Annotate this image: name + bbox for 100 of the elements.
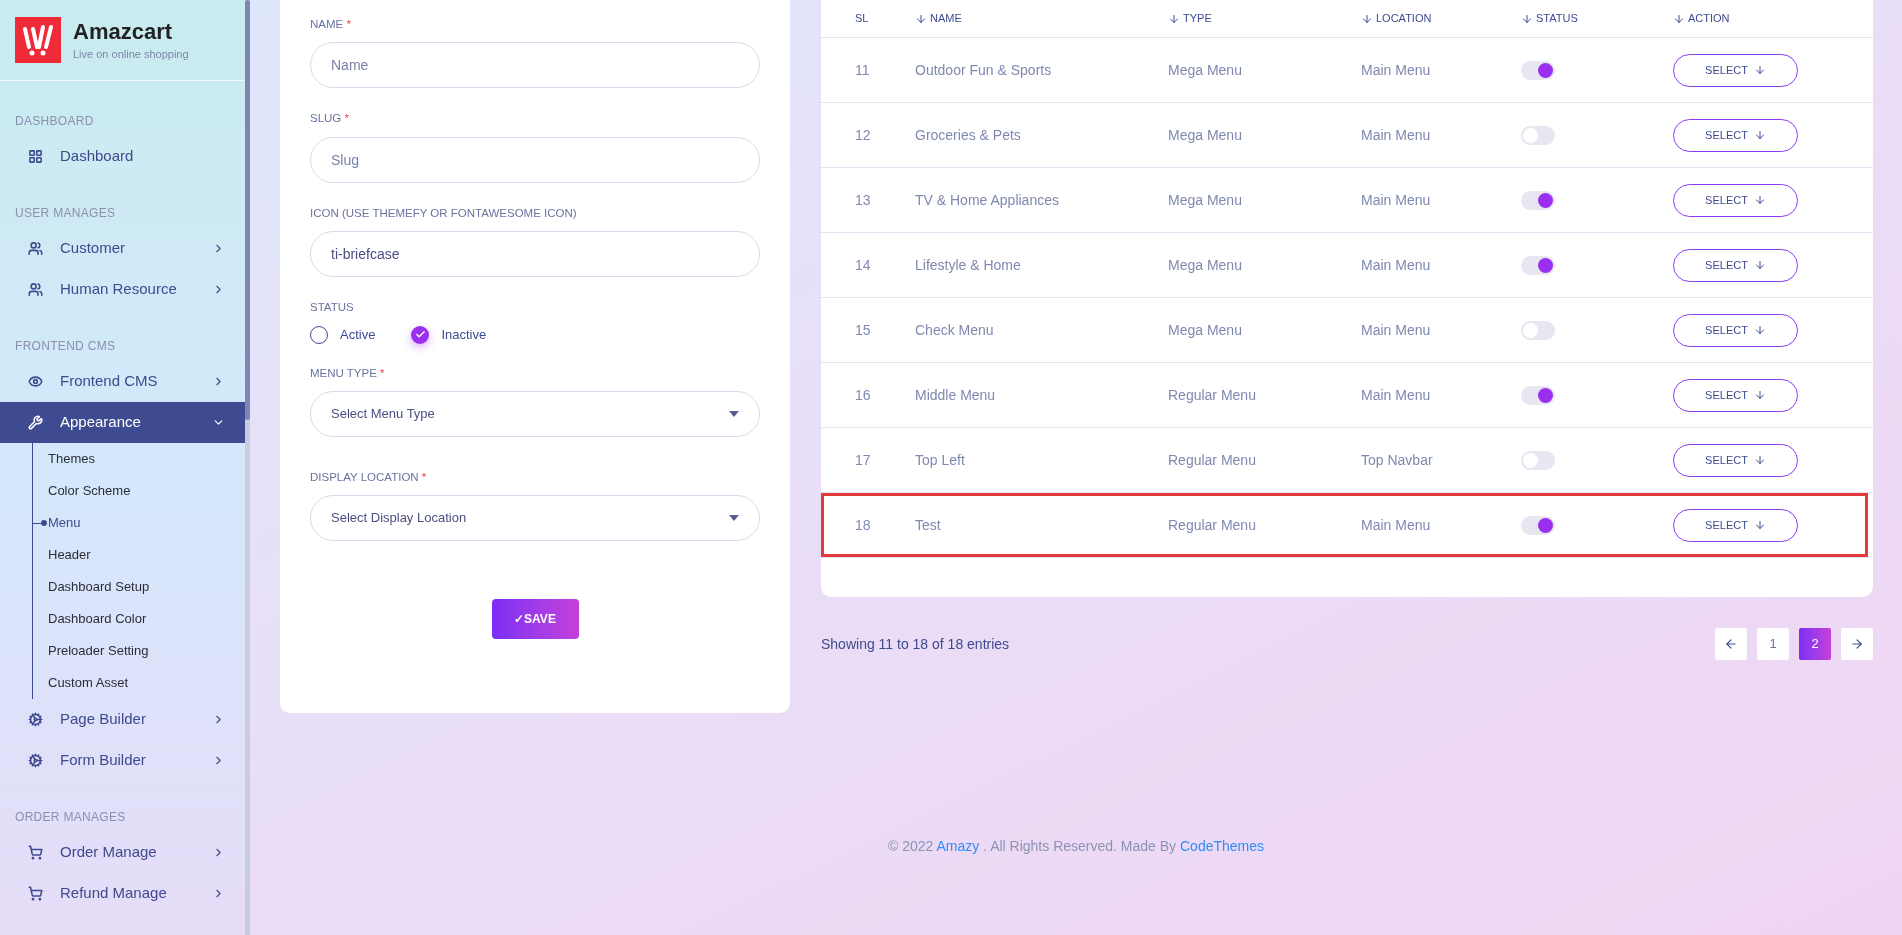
table-cell-text: Top Navbar [1361,450,1433,470]
table-cell-text: Middle Menu [915,385,996,405]
table-cell-text: 16 [855,385,871,405]
column-header[interactable]: ACTION [1673,10,1873,27]
gears-icon [28,753,43,768]
sidebar-item[interactable]: Page Builder [0,699,245,740]
save-button[interactable]: ✓SAVE [491,599,579,639]
status-toggle[interactable] [1521,255,1555,275]
radio-button[interactable] [411,325,430,344]
arrow-down-icon [1753,259,1766,271]
table-cell-text: Mega Menu [1168,255,1242,275]
arrow-down-icon [1753,324,1766,336]
field-label: NAME * [310,17,352,32]
table-cell-text: 18 [855,515,871,535]
status-toggle[interactable] [1521,450,1555,470]
arrow-down-icon [1753,129,1766,141]
footer-text: © 2022 Amazy . All Rights Reserved. Made By CodeThemes [887,837,1265,856]
submenu-item[interactable]: Color Scheme [48,481,131,501]
sidebar-item[interactable]: Order Manage [0,832,245,873]
sidebar-item[interactable]: Frontend CMS [0,361,245,402]
table-cell-text: Regular Menu [1168,385,1256,405]
table-cell-text: 14 [855,255,871,275]
table-cell-text: 11 [855,60,870,80]
status-toggle[interactable] [1521,60,1555,80]
column-header[interactable]: NAME [915,10,1168,27]
page-button[interactable]: 2 [1799,628,1831,660]
page-button[interactable]: 1 [1757,628,1789,660]
section-title: FRONTEND CMS [14,338,117,355]
dropdown-caret-icon [729,515,739,521]
table-cell-text: Main Menu [1361,255,1431,275]
sort-arrow-icon [1361,12,1373,25]
status-toggle[interactable] [1521,320,1555,340]
table-cell-text: Regular Menu [1168,450,1256,470]
sidebar-item[interactable]: Refund Manage [0,873,245,914]
status-toggle[interactable] [1521,190,1555,210]
cart-icon [28,845,43,860]
table-cell-text: Mega Menu [1168,125,1242,145]
input-field[interactable]: ti-briefcase [310,230,760,277]
status-toggle[interactable] [1521,385,1555,405]
section-title: USER MANAGES [14,205,117,222]
submenu-item[interactable]: Dashboard Setup [48,577,150,597]
arrow-down-icon [1753,519,1766,531]
sort-arrow-icon [1521,12,1533,25]
eye-icon [28,374,43,389]
table-cell-text: Main Menu [1361,385,1431,405]
table-cell-text: Main Menu [1361,60,1431,80]
submenu-item[interactable]: Header [48,545,91,565]
field-label: ICON (USE THEMEFY OR FONTAWESOME ICON) [310,205,578,221]
submenu-item[interactable]: Dashboard Color [48,609,147,629]
table-cell-text: TV & Home Appliances [915,190,1059,210]
table-cell-text: Mega Menu [1168,320,1242,340]
status-toggle[interactable] [1521,125,1555,145]
column-header[interactable]: LOCATION [1361,10,1521,27]
table-cell-text: Mega Menu [1168,190,1242,210]
table-cell-text: Top Left [915,450,965,470]
column-header[interactable]: TYPE [1168,10,1361,27]
table-cell-text: Mega Menu [1168,60,1242,80]
table-cell-text: Outdoor Fun & Sports [915,60,1052,80]
sort-arrow-icon [1673,12,1685,25]
sidebar-item[interactable]: Appearance [0,402,245,443]
dropdown-caret-icon [729,410,739,417]
table-cell-text: 12 [855,125,871,145]
table-cell-text: 15 [855,320,871,340]
table-cell-text: Main Menu [1361,190,1431,210]
field-label: MENU TYPE * [310,365,386,381]
input-field[interactable]: Name [310,42,760,89]
sidebar-item[interactable]: Customer [0,228,245,269]
table-cell-text: 17 [855,450,871,470]
scrollbar[interactable] [245,0,250,935]
cart-icon [28,886,43,901]
submenu-item[interactable]: Menu [48,513,81,533]
table-cell-text: Groceries & Pets [915,125,1021,145]
users-icon [28,241,43,256]
status-toggle[interactable] [1521,515,1555,535]
grid-icon [28,149,43,164]
gears-icon [28,712,43,727]
radio-label: Inactive [441,326,487,344]
field-label: STATUS [310,299,355,315]
arrow-down-icon [1753,64,1766,76]
sidebar-item[interactable]: Human Resource [0,269,245,310]
table-cell-text: Regular Menu [1168,515,1256,535]
sidebar-item[interactable]: Dashboard [0,136,245,177]
table-cell-text: Test [915,515,941,535]
arrow-down-icon [1753,194,1766,206]
radio-label: Active [340,326,376,344]
submenu-item[interactable]: Custom Asset [48,673,129,693]
section-title: ORDER MANAGES [14,809,127,826]
input-field[interactable]: Slug [310,136,760,183]
sidebar-item[interactable]: Form Builder [0,740,245,781]
column-header[interactable]: STATUS [1521,10,1673,27]
column-header[interactable]: SL [855,10,915,27]
field-label: DISPLAY LOCATION * [310,469,428,485]
section-title: DASHBOARD [14,113,95,130]
table-cell-text: Check Menu [915,320,994,340]
table-cell-text: Main Menu [1361,125,1431,145]
wrench-icon [28,415,43,430]
submenu-item[interactable]: Themes [48,449,95,469]
sort-arrow-icon [1168,12,1180,25]
submenu-item[interactable]: Preloader Setting [48,641,149,661]
field-label: SLUG * [310,111,350,127]
